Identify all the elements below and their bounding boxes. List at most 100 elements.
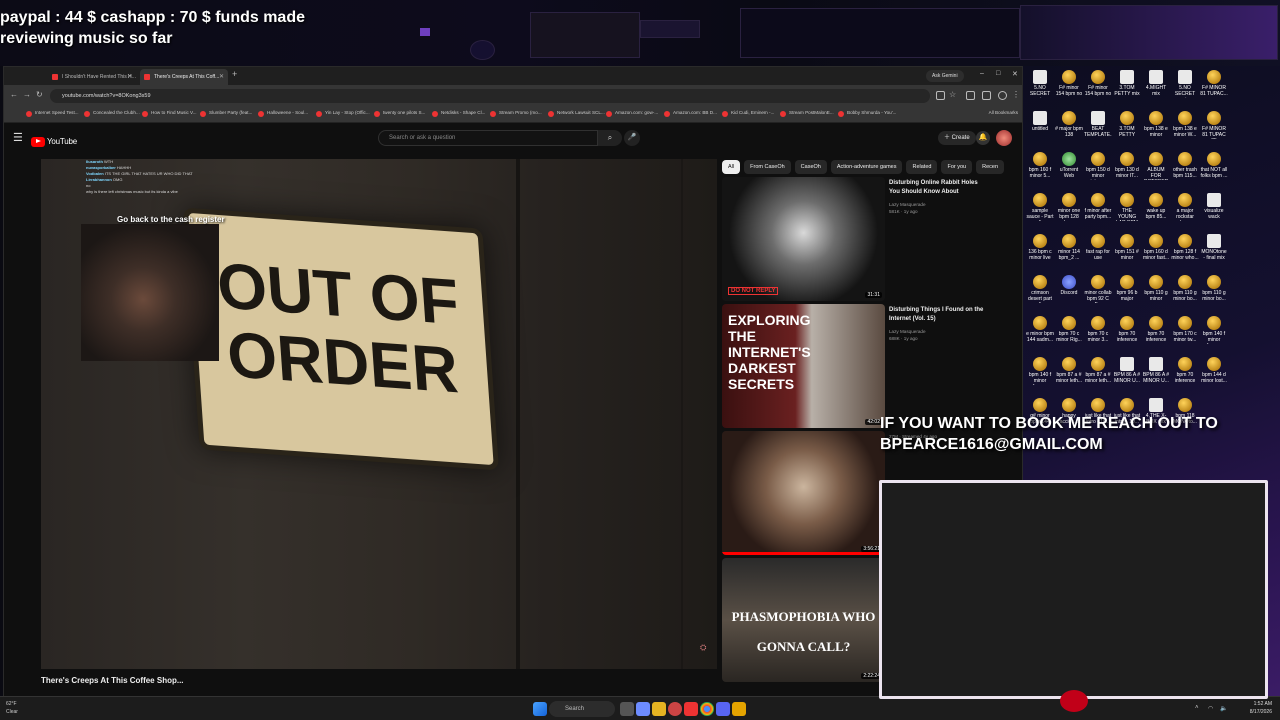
desktop-icon[interactable]: bpm 87 a # minor leth... [1084, 355, 1112, 391]
desktop-icon[interactable]: 5.NO SECRET mix [1026, 68, 1054, 104]
desktop-icon[interactable]: bpm 151 # minor [1113, 232, 1141, 268]
video-thumbnail[interactable]: DO NOT REPLY 31:31 [722, 177, 885, 301]
desktop-icon[interactable]: bpm 160 f minor 5... [1026, 150, 1054, 186]
desktop-icon[interactable]: bpm 160 d minor fast... [1142, 232, 1170, 268]
reload-icon[interactable]: ↻ [36, 90, 43, 99]
desktop-icon[interactable]: bpm 70 inference a... [1113, 314, 1141, 350]
avatar[interactable] [996, 130, 1012, 146]
desktop-icon[interactable]: bpm 87 a # minor leth... [1055, 355, 1083, 391]
star-icon[interactable]: ☆ [949, 90, 956, 99]
desktop-icon[interactable]: minor collab bpm 92 C F... [1084, 273, 1112, 309]
video-player[interactable]: OUT OF ORDER Ilusaroth WTH nuvasporkalber… [41, 159, 717, 669]
desktop-icon[interactable]: bpm 70 inference a... [1171, 355, 1199, 391]
back-icon[interactable]: ← [10, 90, 18, 99]
desktop-icon[interactable]: ALBUM FOR OCTOBER [1142, 150, 1170, 186]
maximize-icon[interactable]: □ [996, 70, 1000, 77]
bookmark-item[interactable]: Bobby Shmurda - You'... [838, 110, 896, 117]
volume-icon[interactable]: 🔈 [1220, 705, 1227, 712]
file-explorer-icon[interactable] [636, 702, 650, 716]
app-icon[interactable] [732, 702, 746, 716]
start-button-icon[interactable] [533, 702, 547, 716]
rec-channel[interactable]: Lazy Masquerade [889, 201, 989, 208]
desktop-icon[interactable]: # major bpm 138 [1055, 109, 1083, 145]
install-icon[interactable] [936, 91, 945, 100]
profile-icon[interactable] [998, 91, 1007, 100]
downloads-icon[interactable] [982, 91, 991, 100]
desktop-icon[interactable]: bpm 110 g minor [1142, 273, 1170, 309]
filter-chip[interactable]: From CaseOh [744, 160, 791, 174]
taskbar-search[interactable]: Search [549, 701, 615, 717]
url-field[interactable]: youtube.com/watch?v=8OKong3s59 [50, 89, 930, 103]
ask-gemini-button[interactable]: Ask Gemini [926, 70, 964, 82]
desktop-icon[interactable]: that NOT all folks bpm ... [1200, 150, 1228, 186]
discord-icon[interactable] [716, 702, 730, 716]
filter-chip[interactable]: Recen [976, 160, 1005, 174]
desktop-icon[interactable]: bpm 138 e minor [1142, 109, 1170, 145]
taskbar-clock[interactable]: 1:52 AM 8/17/2026 [1250, 700, 1272, 716]
desktop-icon[interactable]: e minor bpm 144 sadm... [1026, 314, 1054, 350]
bookmark-item[interactable]: Yin Lay - Stop (Offic... [316, 110, 370, 117]
rec-title[interactable]: Disturbing Things I Found on the Interne… [889, 306, 989, 324]
desktop-icon[interactable]: F# MINOR 81 TUPAC 85 monday... [1200, 109, 1228, 145]
weather-widget[interactable]: 62°F Clear [6, 700, 18, 716]
menu-hamburger-icon[interactable]: ☰ [13, 131, 23, 144]
desktop-icon[interactable]: bpm 128 f minor who... [1171, 232, 1199, 268]
desktop-icon[interactable]: F# minor 154 bpm no se... [1084, 68, 1112, 104]
desktop-icon[interactable]: F# minor 154 bpm no se... [1055, 68, 1083, 104]
desktop-icon[interactable]: F# MINOR 81 TUPAC... [1200, 68, 1228, 104]
close-tab-icon[interactable]: ✕ [219, 69, 224, 85]
desktop-icon[interactable]: BEAT TEMPLATE... [1084, 109, 1112, 145]
desktop-icon[interactable]: 3.TOM PETTY [1113, 109, 1141, 145]
desktop-icon[interactable]: bpm 150 d minor inten... [1084, 150, 1112, 186]
bookmark-item[interactable]: Amazon.com: gow-... [606, 110, 658, 117]
filter-chip[interactable]: CaseOh [794, 160, 827, 174]
desktop-icon[interactable]: wake up bpm 85... [1142, 191, 1170, 227]
desktop-icon[interactable]: bpm 138 e minor W... [1171, 109, 1199, 145]
close-window-icon[interactable]: ✕ [1012, 70, 1018, 78]
bookmark-item[interactable]: Amazon.com: BB D... [664, 110, 717, 117]
all-bookmarks-button[interactable]: All Bookmarks [989, 110, 1018, 115]
extensions-icon[interactable] [966, 91, 975, 100]
player-corner-icon[interactable]: ⛭ [700, 643, 710, 653]
youtube-logo[interactable]: YouTube [31, 133, 77, 147]
desktop-icon[interactable]: sample sauce - Part 1 [1026, 191, 1054, 227]
bookmark-item[interactable]: Stream PostMalonE... [780, 110, 834, 117]
filter-chip[interactable]: Action-adventure games [830, 160, 903, 174]
desktop-icon[interactable]: 4.MIGHT mix [1142, 68, 1170, 104]
folder-icon[interactable] [652, 702, 666, 716]
desktop-icon[interactable]: 5.NO SECRET mix [1171, 68, 1199, 104]
desktop-icon[interactable]: other trash bpm 115... [1171, 150, 1199, 186]
desktop-icon[interactable]: bpm 110 g minor bo... [1200, 273, 1228, 309]
mic-icon[interactable]: 🎤 [624, 130, 640, 146]
desktop-icon[interactable]: MONOtone - final mix [1200, 232, 1228, 268]
video-thumbnail[interactable]: 3:56:21 [722, 431, 885, 555]
desktop-icon[interactable]: f minor after party bpm... [1084, 191, 1112, 227]
desktop-icon[interactable]: bpm 130 d minor IT... [1113, 150, 1141, 186]
desktop-icon[interactable]: fast rap for use [1084, 232, 1112, 268]
bookmark-item[interactable]: Kid Cudi, Eminem -... [722, 110, 774, 117]
bookmark-item[interactable]: Internet Speed Test... [26, 110, 79, 117]
menu-icon[interactable]: ⋮ [1012, 90, 1020, 99]
desktop-icon[interactable]: visualize wack [1200, 191, 1228, 227]
filter-chip[interactable]: All [722, 160, 741, 174]
forward-icon[interactable]: → [23, 90, 31, 99]
desktop-icon[interactable]: bpm 96 b major orea... [1113, 273, 1141, 309]
recommended-video[interactable]: DO NOT REPLY 31:31 Disturbing Online Rab… [722, 177, 1022, 301]
chevron-up-icon[interactable]: ˄ [1195, 705, 1199, 711]
desktop-icon[interactable]: untitled [1026, 109, 1054, 145]
bookmark-item[interactable]: Halloweene - Soul... [258, 110, 308, 117]
desktop-icon[interactable]: THE YOUNG LAD BPM 1... [1113, 191, 1141, 227]
desktop-icon[interactable]: BPM 86 A # MINOR U... [1113, 355, 1141, 391]
desktop-icon[interactable]: bpm 144 d minor lost... [1200, 355, 1228, 391]
desktop-icon[interactable]: 3.TOM PETTY mix [1113, 68, 1141, 104]
close-tab-icon[interactable]: ✕ [127, 69, 132, 85]
minimize-icon[interactable]: – [980, 70, 984, 77]
task-view-icon[interactable] [620, 702, 634, 716]
desktop-icon[interactable]: a major rockstar bp... [1171, 191, 1199, 227]
notifications-bell-icon[interactable]: 🔔 [976, 131, 990, 145]
bookmark-item[interactable]: twenty one pilots S... [374, 110, 425, 117]
bookmark-item[interactable]: Netdisks - Shape Cl... [432, 110, 485, 117]
wifi-icon[interactable]: ◠ [1208, 705, 1213, 712]
filter-chip[interactable]: For you [941, 160, 973, 174]
desktop-icon[interactable]: 136 bpm c minor live [1026, 232, 1054, 268]
